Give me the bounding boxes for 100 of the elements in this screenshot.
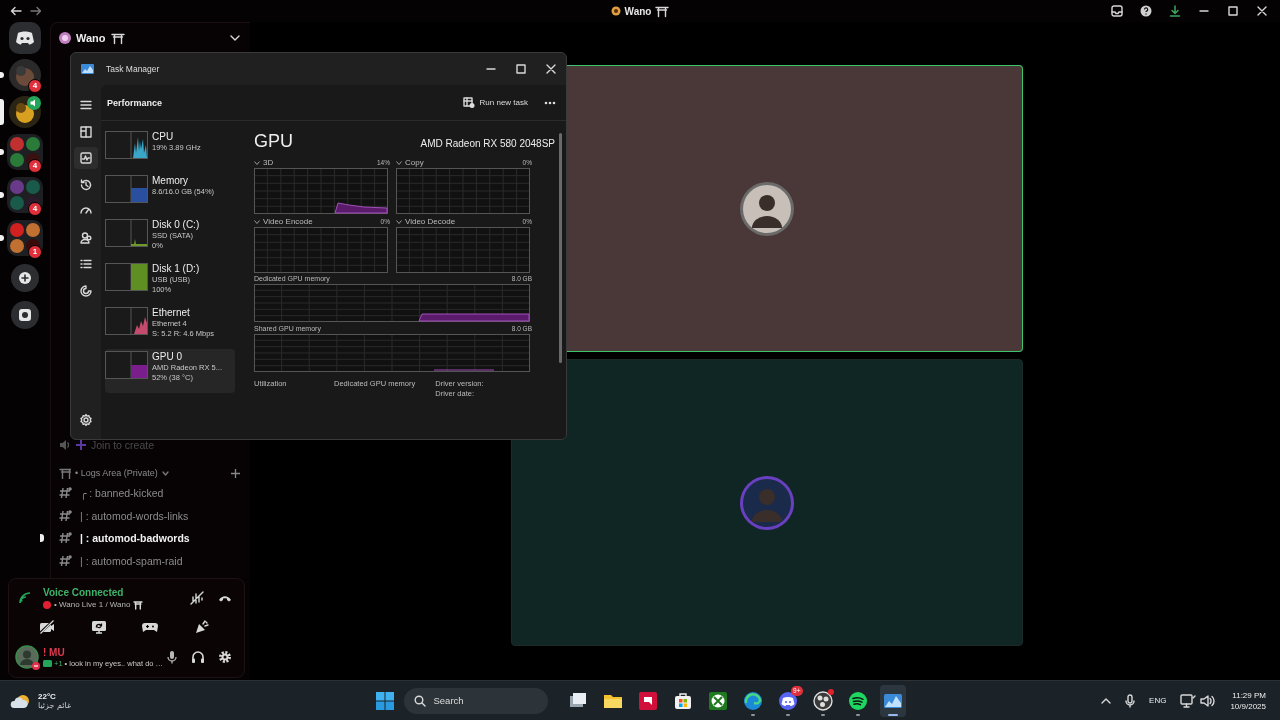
usage-thumbnail [105, 131, 148, 159]
list-icon [79, 257, 93, 271]
temperature: 22°C [38, 691, 57, 701]
usage-thumbnail [105, 307, 148, 335]
channel-name[interactable]: ╭ : banned-kicked [80, 487, 164, 500]
inbox-icon[interactable] [1111, 5, 1123, 17]
server-avatar-icon [59, 32, 71, 44]
usage-thumbnail [105, 263, 148, 291]
hash-icon [59, 509, 72, 522]
torii-icon [655, 4, 670, 18]
shopping-bag-icon [672, 690, 693, 711]
grid-icon [79, 124, 93, 139]
menu-icon [79, 98, 93, 112]
nav-button[interactable] [74, 147, 98, 169]
server-icon[interactable] [7, 134, 43, 170]
close-icon[interactable] [546, 64, 556, 74]
party-popper-icon[interactable] [193, 620, 210, 634]
new-task-icon [462, 97, 475, 108]
signal-icon [19, 592, 33, 604]
add-server-icon[interactable] [11, 264, 39, 292]
hang-up-icon[interactable] [218, 593, 232, 603]
torii-icon [110, 31, 125, 45]
search-icon [413, 694, 426, 707]
server-icon[interactable] [7, 220, 43, 256]
usage-thumbnail [105, 219, 148, 247]
settings-icon[interactable] [218, 650, 232, 664]
server-name[interactable]: Wano [76, 32, 106, 44]
window-title: Task Manager [106, 64, 160, 74]
sound-waves-icon [847, 690, 868, 711]
do-not-disturb-icon [32, 662, 40, 670]
network-icon[interactable] [1180, 693, 1197, 708]
more-options-icon[interactable] [544, 100, 556, 105]
hash-icon [59, 487, 72, 500]
plus-icon [76, 440, 86, 450]
microphone-icon[interactable] [1125, 693, 1136, 708]
server-avatar-icon [610, 6, 621, 16]
chat-controller-icon [777, 690, 798, 711]
volume-icon[interactable] [1200, 693, 1217, 708]
activity-icon [43, 659, 52, 667]
screen-share-icon[interactable] [90, 620, 107, 634]
users-icon [79, 230, 93, 245]
headphones-icon[interactable] [191, 650, 205, 664]
close-icon[interactable] [1256, 5, 1268, 17]
search-field[interactable]: Search [403, 687, 548, 714]
camera-off-icon[interactable] [39, 620, 55, 634]
page-title: Performance [107, 97, 163, 108]
clock-date[interactable]: 10/9/2025 [1230, 700, 1266, 712]
chevron-up-icon[interactable] [1101, 697, 1112, 704]
help-icon[interactable] [1140, 5, 1152, 17]
maximize-icon[interactable] [1227, 5, 1239, 17]
noise-suppression-icon[interactable] [190, 591, 204, 605]
connection-status: Voice Connected [43, 586, 125, 598]
hash-icon [59, 532, 72, 545]
section-title: GPU [254, 131, 293, 152]
chat-bubble-icon[interactable] [9, 22, 41, 54]
download-icon[interactable] [1169, 5, 1181, 17]
plus-icon[interactable] [231, 468, 240, 478]
graph-label: 3D [263, 158, 274, 167]
video-tile[interactable] [511, 359, 1023, 646]
forward-arrow-icon[interactable] [30, 6, 42, 16]
run-new-task-button[interactable]: Run new task [458, 93, 532, 112]
taskbar-button[interactable] [879, 684, 906, 717]
graph-label: Copy [405, 158, 424, 167]
compass-icon[interactable] [11, 301, 39, 329]
scrollbar[interactable] [559, 133, 562, 363]
arrow-tile-icon [637, 690, 658, 711]
usage-thumbnail [105, 351, 148, 379]
channel-name[interactable]: | : automod-badwords [80, 532, 190, 545]
avatar[interactable] [15, 645, 39, 669]
start-icon[interactable] [374, 690, 395, 711]
device-model: AMD Radeon RX 580 2048SP [420, 138, 555, 149]
record-dot-icon [43, 600, 51, 609]
channel-name[interactable]: | : automod-words-links [80, 509, 189, 522]
weather-condition: غائم جزئيا [38, 700, 72, 710]
clock-time[interactable]: 11:29 PM [1232, 689, 1266, 701]
torii-icon [133, 599, 144, 610]
hash-icon [59, 554, 72, 567]
settings-icon [79, 413, 93, 427]
channel-name[interactable]: | : automod-spam-raid [80, 554, 183, 567]
back-arrow-icon[interactable] [10, 6, 22, 16]
category-name[interactable]: • Logs Area (Private) [75, 468, 158, 478]
speaker-icon [59, 439, 71, 451]
mention-count: 4 [28, 79, 42, 93]
swirl-icon [742, 690, 763, 711]
graph-window-icon [81, 64, 94, 74]
gamepad-icon[interactable] [142, 621, 159, 633]
clock-history-icon [79, 177, 93, 192]
torii-icon [59, 467, 71, 479]
voice-channel-link[interactable]: • Wano Live 1 / Wano [54, 600, 131, 609]
graph-label: Video Decode [405, 217, 456, 226]
maximize-icon[interactable] [516, 64, 526, 74]
avatar[interactable] [738, 180, 795, 237]
username[interactable]: ! MU [43, 646, 164, 658]
window-title: Wano [624, 5, 652, 17]
video-tile[interactable] [567, 65, 1023, 352]
pulse-chart-icon [79, 151, 93, 165]
language-indicator[interactable]: ENG [1149, 696, 1167, 705]
microphone-icon[interactable] [166, 650, 178, 664]
ring-icon [812, 690, 833, 711]
server-icon[interactable] [7, 177, 43, 213]
